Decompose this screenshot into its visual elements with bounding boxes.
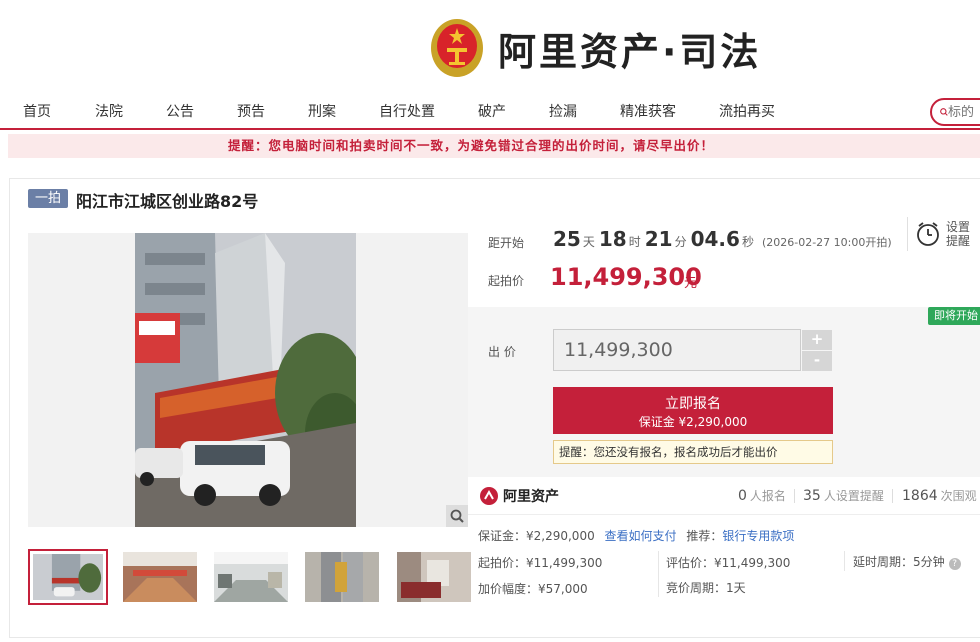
deposit-text: 保证金：¥2,290,000 (478, 529, 595, 543)
help-icon[interactable]: ? (948, 558, 961, 570)
stat-divider (892, 489, 893, 503)
round-badge: 一拍 (28, 189, 69, 208)
delay-cycle-text: 延时周期：5分钟 (853, 555, 945, 569)
recommend-label: 推荐： (686, 529, 723, 543)
signup-button-label: 立即报名 (665, 396, 721, 412)
ali-assets-logo-icon (480, 487, 498, 505)
countdown-seconds-unit: 秒 (741, 235, 754, 249)
start-price-detail: 起拍价：¥11,499,300 (478, 556, 603, 570)
nav-item-court[interactable]: 法院 (95, 101, 123, 121)
decrease-bid-button[interactable]: - (802, 351, 832, 371)
brand-name: 阿里资产 (503, 489, 559, 505)
starting-price-unit: 元 (684, 276, 698, 291)
thumbnail-1-image (33, 554, 103, 600)
reminder-count: 35 人设置提醒 (803, 487, 884, 504)
nav-item-preview[interactable]: 预告 (237, 101, 265, 121)
countdown-hours: 18 (598, 227, 627, 251)
thumbnail-5-image (397, 552, 471, 602)
alarm-clock-icon (917, 222, 939, 246)
detail-divider (844, 551, 845, 571)
thumbnail-3[interactable] (211, 549, 291, 605)
search-input[interactable] (948, 104, 980, 120)
bid-area: 即将开始 出 价 + - 立即报名 保证金 ¥2,290,000 提醒：您还没有… (468, 307, 980, 477)
thumbnail-2[interactable] (120, 549, 200, 605)
main-image[interactable] (28, 233, 468, 527)
zoom-button[interactable] (446, 505, 468, 527)
nav-item-criminal[interactable]: 刑案 (308, 101, 336, 121)
countdown-hours-unit: 时 (628, 235, 641, 249)
time-mismatch-notice: 提醒：您电脑时间和拍卖时间不一致，为避免错过合理的出价时间，请尽早出价！ (8, 134, 980, 158)
signup-count-label: 人报名 (749, 489, 786, 503)
zoom-icon (450, 509, 464, 523)
nav-item-self-disposal[interactable]: 自行处置 (379, 101, 435, 121)
starting-price-label: 起拍价 (488, 274, 525, 288)
signup-count-value: 0 (738, 488, 747, 504)
reminder-count-label: 人设置提醒 (823, 489, 884, 503)
signup-count: 0 人报名 (738, 487, 786, 504)
item-title: 阳江市江城区创业路82号 (76, 192, 259, 211)
bid-price-input[interactable] (553, 329, 801, 371)
view-count-label: 次围观 (940, 489, 977, 503)
detail-divider (658, 551, 659, 597)
reminder-line-2: 提醒 (946, 234, 971, 248)
main-nav: 首页 法院 公告 预告 刑案 自行处置 破产 捡漏 精准获客 流拍再买 (0, 94, 980, 130)
nav-item-home[interactable]: 首页 (23, 101, 51, 121)
deposit-info: 保证金：¥2,290,000 查看如何支付 推荐：银行专用款项 (478, 527, 794, 544)
nav-item-announcement[interactable]: 公告 (166, 101, 194, 121)
search-icon (940, 108, 948, 116)
countdown-minutes-unit: 分 (674, 235, 687, 249)
nav-item-bargain[interactable]: 捡漏 (549, 101, 577, 121)
delay-cycle-detail: 延时周期：5分钟? (853, 553, 961, 570)
nav-item-lead-gen[interactable]: 精准获客 (620, 101, 676, 121)
stats-bar: 阿里资产 0 人报名 35 人设置提醒 1864 次围观 (468, 477, 980, 515)
starting-price-value: 11,499,300 (550, 263, 702, 291)
countdown-seconds: 04.6 (690, 227, 740, 251)
status-badge: 即将开始 (928, 307, 980, 325)
brand[interactable]: 阿里资产 (480, 486, 559, 506)
signup-deposit: 保证金 ¥2,290,000 (638, 415, 748, 429)
search-box[interactable] (930, 98, 980, 126)
increase-bid-button[interactable]: + (802, 330, 832, 350)
court-emblem-icon (431, 19, 483, 77)
auction-item-card: 一拍 阳江市江城区创业路82号 距开始 25 天 18 时 21 分 04.6 … (9, 178, 980, 638)
nav-item-failed-rebuy[interactable]: 流拍再买 (719, 101, 775, 121)
view-count-value: 1864 (902, 488, 938, 504)
countdown-minutes: 21 (644, 227, 673, 251)
thumbnail-2-image (123, 552, 197, 602)
logo-text: 阿里资产·司法 (498, 29, 762, 74)
stat-divider (794, 489, 795, 503)
countdown-timer: 25 天 18 时 21 分 04.6 秒 (2026-02-27 10:00开… (553, 227, 892, 251)
set-reminder-button[interactable]: 设置 提醒 (907, 217, 980, 251)
appraisal-detail: 评估价：¥11,499,300 (666, 556, 791, 570)
building-photo (135, 233, 356, 527)
bidding-cycle-detail: 竞价周期：1天 (666, 581, 746, 595)
start-time: (2026-02-27 10:00开拍) (761, 236, 892, 249)
thumbnail-3-image (214, 552, 288, 602)
signup-hint: 提醒：您还没有报名，报名成功后才能出价 (553, 440, 833, 464)
countdown-days: 25 (553, 227, 581, 251)
site-logo[interactable]: 阿里资产·司法 (430, 16, 761, 80)
thumbnail-4[interactable] (302, 549, 382, 605)
reminder-line-1: 设置 (946, 220, 971, 234)
thumbnail-4-image (305, 552, 379, 602)
countdown-label: 距开始 (488, 236, 525, 250)
signup-button[interactable]: 立即报名 保证金 ¥2,290,000 (553, 387, 833, 434)
how-to-pay-link[interactable]: 查看如何支付 (605, 529, 677, 543)
increment-detail: 加价幅度：¥57,000 (478, 582, 588, 596)
view-count: 1864 次围观 (902, 487, 977, 504)
reminder-count-value: 35 (803, 488, 821, 504)
nav-item-bankruptcy[interactable]: 破产 (478, 101, 506, 121)
bid-label: 出 价 (488, 345, 516, 359)
thumbnail-1[interactable] (28, 549, 108, 605)
thumbnail-5[interactable] (394, 549, 474, 605)
bank-payment-link[interactable]: 银行专用款项 (722, 529, 794, 543)
countdown-days-unit: 天 (582, 235, 595, 249)
